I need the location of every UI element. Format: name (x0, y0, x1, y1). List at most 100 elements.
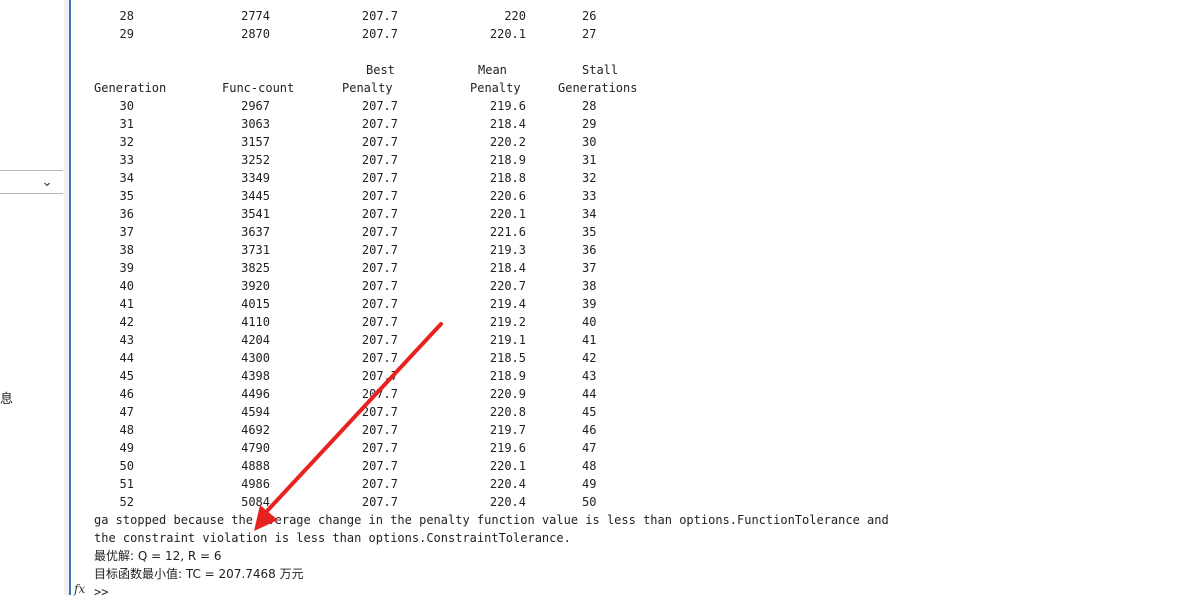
cell-stall-generations: 41 (582, 333, 597, 347)
cell-generation: 42 (119, 315, 134, 329)
cell-func-count: 3825 (241, 261, 270, 275)
cell-func-count: 2870 (241, 27, 270, 41)
cell-best-penalty: 207.7 (361, 405, 398, 419)
cell-best-penalty: 207.7 (361, 441, 398, 455)
cell-mean-penalty: 219.6 (489, 99, 526, 113)
cell-func-count: 4986 (241, 477, 270, 491)
cell-best-penalty: 207.7 (361, 333, 398, 347)
cell-generation: 49 (119, 441, 134, 455)
cell-stall-generations: 29 (582, 117, 597, 131)
cell-generation: 51 (119, 477, 134, 491)
command-window[interactable]: 28 2774 207.7 220 26 29 2870 207.7 220.1 27 Best … (94, 0, 1174, 599)
cell-best-penalty: 207.7 (361, 171, 398, 185)
header-func-count: Func-count (222, 81, 295, 95)
cell-stall-generations: 26 (582, 9, 597, 23)
cell-stall-generations: 38 (582, 279, 597, 293)
cell-mean-penalty: 219.4 (489, 297, 526, 311)
cell-generation: 29 (119, 27, 134, 41)
cell-stall-generations: 42 (582, 351, 597, 365)
cell-best-penalty: 207.7 (361, 297, 398, 311)
cell-func-count: 3349 (241, 171, 270, 185)
cell-best-penalty: 207.7 (361, 99, 398, 113)
cell-best-penalty: 207.7 (361, 459, 398, 473)
header-row-2: Generation Func-count Penalty Penalty Ge… (94, 79, 637, 97)
cell-func-count: 4300 (241, 351, 270, 365)
stop-message-line-1: ga stopped because the average change in… (94, 513, 889, 527)
cell-generation: 43 (119, 333, 134, 347)
cell-generation: 48 (119, 423, 134, 437)
cell-func-count: 3920 (241, 279, 270, 293)
cell-best-penalty: 207.7 (361, 135, 398, 149)
cell-mean-penalty: 218.9 (489, 153, 526, 167)
cell-best-penalty: 207.7 (361, 9, 398, 23)
cell-stall-generations: 45 (582, 405, 597, 419)
chevron-down-icon[interactable]: ⌄ (41, 173, 53, 190)
cell-mean-penalty: 219.7 (489, 423, 526, 437)
cell-func-count: 3063 (241, 117, 270, 131)
workspace-panel: ⌄ 息 (0, 0, 65, 595)
cell-generation: 50 (119, 459, 134, 473)
cell-generation: 35 (119, 189, 134, 203)
cell-stall-generations: 31 (582, 153, 597, 167)
cell-stall-generations: 27 (582, 27, 597, 41)
cell-generation: 38 (119, 243, 134, 257)
header-best-bottom: Penalty (342, 81, 393, 95)
cell-best-penalty: 207.7 (361, 261, 398, 275)
header-generation: Generation (94, 81, 167, 95)
header-mean-bottom: Penalty (470, 81, 521, 95)
cell-generation: 46 (119, 387, 134, 401)
cell-mean-penalty: 220.4 (489, 495, 526, 509)
cell-mean-penalty: 219.2 (489, 315, 526, 329)
cell-stall-generations: 36 (582, 243, 597, 257)
cell-generation: 31 (119, 117, 134, 131)
cell-stall-generations: 43 (582, 369, 597, 383)
cell-best-penalty: 207.7 (361, 153, 398, 167)
cell-best-penalty: 207.7 (361, 117, 398, 131)
cell-func-count: 4692 (241, 423, 270, 437)
cell-stall-generations: 37 (582, 261, 597, 275)
stop-message-line-2: the constraint violation is less than op… (94, 531, 571, 545)
panel-dropdown[interactable]: ⌄ (0, 170, 63, 194)
header-stall-top: Stall (582, 63, 619, 77)
cell-stall-generations: 32 (582, 171, 597, 185)
cell-func-count: 4398 (241, 369, 270, 383)
console-border (69, 0, 71, 595)
cell-best-penalty: 207.7 (361, 207, 398, 221)
header-best-top: Best (366, 63, 395, 77)
cell-func-count: 3252 (241, 153, 270, 167)
cell-func-count: 3445 (241, 189, 270, 203)
cell-generation: 52 (119, 495, 134, 509)
cell-stall-generations: 34 (582, 207, 597, 221)
cell-stall-generations: 40 (582, 315, 597, 329)
cell-func-count: 4110 (241, 315, 270, 329)
side-panel-text: 息 (0, 392, 14, 407)
cell-generation: 45 (119, 369, 134, 383)
cell-stall-generations: 33 (582, 189, 597, 203)
cell-func-count: 4204 (241, 333, 270, 347)
cell-generation: 33 (119, 153, 134, 167)
cell-func-count: 4790 (241, 441, 270, 455)
cell-best-penalty: 207.7 (361, 279, 398, 293)
cell-func-count: 5084 (241, 495, 270, 509)
cell-best-penalty: 207.7 (361, 495, 398, 509)
fx-icon[interactable]: fx (74, 582, 85, 596)
cell-func-count: 2967 (241, 99, 270, 113)
cell-best-penalty: 207.7 (361, 423, 398, 437)
cell-mean-penalty: 220.1 (489, 207, 526, 221)
cell-mean-penalty: 218.9 (489, 369, 526, 383)
cell-mean-penalty: 220.8 (489, 405, 526, 419)
cell-func-count: 4015 (241, 297, 270, 311)
cell-mean-penalty: 219.6 (489, 441, 526, 455)
command-prompt[interactable]: >> (94, 583, 108, 601)
cell-mean-penalty: 218.4 (489, 117, 526, 131)
cell-generation: 34 (119, 171, 134, 185)
cell-func-count: 3731 (241, 243, 270, 257)
cell-stall-generations: 47 (582, 441, 597, 455)
cell-best-penalty: 207.7 (361, 315, 398, 329)
cell-best-penalty: 207.7 (361, 27, 398, 41)
cell-mean-penalty: 219.1 (489, 333, 526, 347)
cell-func-count: 4888 (241, 459, 270, 473)
cell-generation: 36 (119, 207, 134, 221)
cell-generation: 37 (119, 225, 134, 239)
cell-mean-penalty: 220.4 (489, 477, 526, 491)
